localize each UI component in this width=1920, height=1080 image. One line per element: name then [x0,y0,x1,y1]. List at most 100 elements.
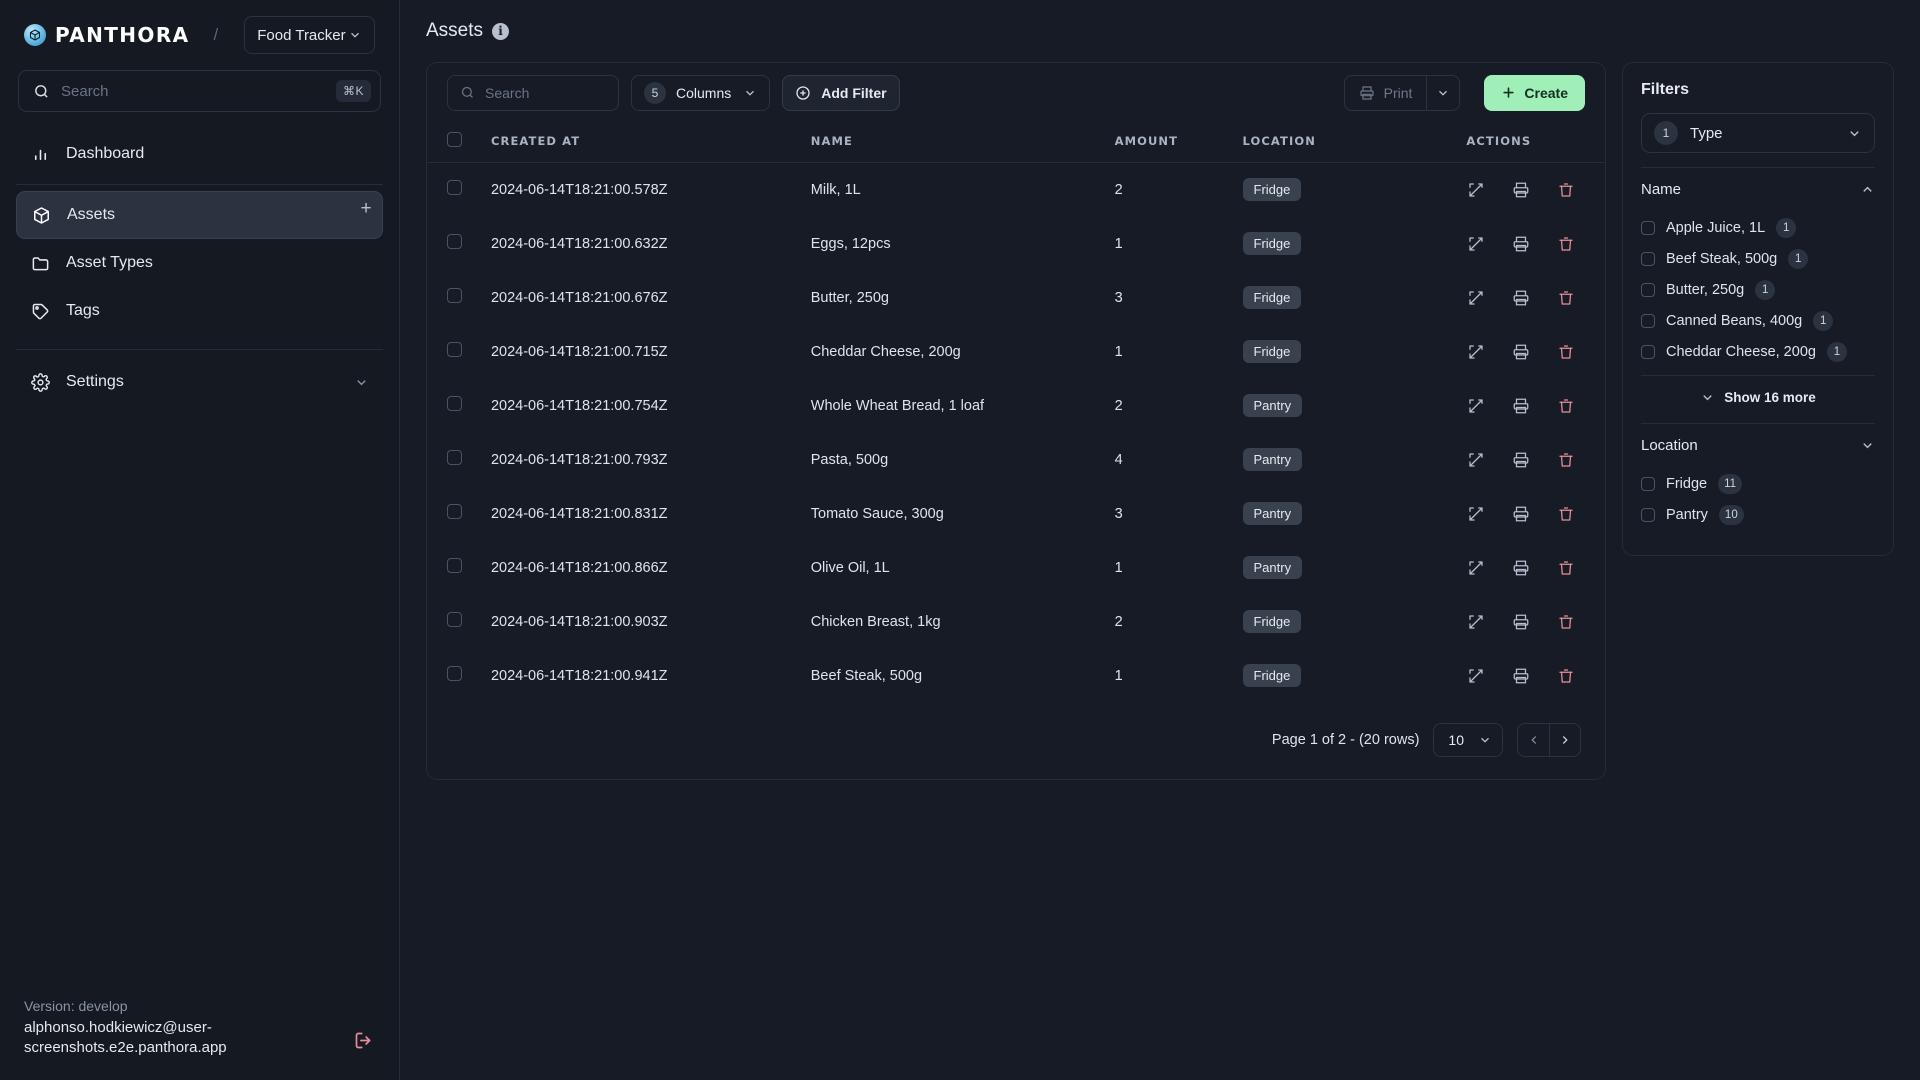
row-checkbox[interactable] [447,396,462,411]
filter-group-header[interactable]: Location [1641,424,1875,466]
row-checkbox[interactable] [447,612,462,627]
delete-icon[interactable] [1556,504,1575,523]
print-row-icon[interactable] [1511,504,1530,523]
print-dropdown-button[interactable] [1426,75,1460,111]
filter-option-checkbox[interactable] [1641,283,1655,297]
row-checkbox[interactable] [447,504,462,519]
previous-page-button[interactable] [1517,723,1549,757]
delete-icon[interactable] [1556,288,1575,307]
sidebar-item-asset-types[interactable]: Asset Types [16,239,383,287]
sidebar-item-settings[interactable]: Settings [16,358,383,406]
table-row[interactable]: 2024-06-14T18:21:00.903ZChicken Breast, … [427,595,1605,649]
sidebar-item-dashboard[interactable]: Dashboard [16,130,383,178]
filter-type-select[interactable]: 1 Type [1641,113,1875,153]
info-icon[interactable]: i [492,23,509,40]
filter-option[interactable]: Beef Steak, 500g1 [1641,246,1875,272]
edit-icon[interactable] [1466,396,1485,415]
table-row[interactable]: 2024-06-14T18:21:00.676ZButter, 250g3Fri… [427,271,1605,325]
print-row-icon[interactable] [1511,612,1530,631]
logout-icon[interactable] [351,1028,375,1052]
cell-amount: 3 [1115,271,1243,325]
edit-icon[interactable] [1466,612,1485,631]
filter-option[interactable]: Apple Juice, 1L1 [1641,215,1875,241]
filter-option-checkbox[interactable] [1641,314,1655,328]
edit-icon[interactable] [1466,450,1485,469]
delete-icon[interactable] [1556,612,1575,631]
pagination-bar: Page 1 of 2 - (20 rows) 10 [427,703,1605,779]
print-row-icon[interactable] [1511,342,1530,361]
row-checkbox[interactable] [447,180,462,195]
table-row[interactable]: 2024-06-14T18:21:00.941ZBeef Steak, 500g… [427,649,1605,703]
add-asset-button[interactable]: + [355,198,377,220]
edit-icon[interactable] [1466,234,1485,253]
column-header-created-at[interactable]: CREATED AT [491,122,811,163]
show-more-button[interactable]: Show 16 more [1641,376,1875,409]
filter-option[interactable]: Pantry10 [1641,502,1875,528]
table-row[interactable]: 2024-06-14T18:21:00.866ZOlive Oil, 1L1Pa… [427,541,1605,595]
columns-button[interactable]: 5 Columns [631,75,770,111]
page-size-select[interactable]: 10 [1433,723,1503,757]
print-row-icon[interactable] [1511,234,1530,253]
create-button[interactable]: Create [1484,75,1585,111]
cell-name: Pasta, 500g [811,433,1115,487]
delete-icon[interactable] [1556,180,1575,199]
edit-icon[interactable] [1466,558,1485,577]
sidebar-item-assets[interactable]: Assets [16,191,383,239]
column-header-location[interactable]: LOCATION [1243,122,1467,163]
filter-option-checkbox[interactable] [1641,508,1655,522]
row-select-cell [427,649,491,703]
table-row[interactable]: 2024-06-14T18:21:00.578ZMilk, 1L2Fridge [427,163,1605,217]
delete-icon[interactable] [1556,450,1575,469]
row-checkbox[interactable] [447,450,462,465]
edit-icon[interactable] [1466,180,1485,199]
add-filter-button[interactable]: Add Filter [782,75,899,111]
edit-icon[interactable] [1466,666,1485,685]
row-checkbox[interactable] [447,288,462,303]
global-search-input[interactable]: Search ⌘K [18,70,381,112]
cell-location: Fridge [1243,163,1467,217]
table-row[interactable]: 2024-06-14T18:21:00.715ZCheddar Cheese, … [427,325,1605,379]
table-row[interactable]: 2024-06-14T18:21:00.831ZTomato Sauce, 30… [427,487,1605,541]
delete-icon[interactable] [1556,666,1575,685]
print-row-icon[interactable] [1511,180,1530,199]
print-row-icon[interactable] [1511,558,1530,577]
select-all-checkbox[interactable] [447,132,462,147]
column-header-amount[interactable]: AMOUNT [1115,122,1243,163]
filter-option-checkbox[interactable] [1641,252,1655,266]
column-header-name[interactable]: NAME [811,122,1115,163]
page-size-value: 10 [1448,732,1464,748]
print-row-icon[interactable] [1511,450,1530,469]
row-checkbox[interactable] [447,666,462,681]
cell-name: Milk, 1L [811,163,1115,217]
sidebar-item-tags[interactable]: Tags [16,287,383,335]
delete-icon[interactable] [1556,396,1575,415]
filter-option[interactable]: Fridge11 [1641,471,1875,497]
row-checkbox[interactable] [447,342,462,357]
row-checkbox[interactable] [447,558,462,573]
table-row[interactable]: 2024-06-14T18:21:00.632ZEggs, 12pcs1Frid… [427,217,1605,271]
delete-icon[interactable] [1556,234,1575,253]
table-row[interactable]: 2024-06-14T18:21:00.754ZWhole Wheat Brea… [427,379,1605,433]
edit-icon[interactable] [1466,288,1485,307]
table-search-input[interactable]: Search [447,75,619,111]
delete-icon[interactable] [1556,558,1575,577]
edit-icon[interactable] [1466,342,1485,361]
filter-option[interactable]: Butter, 250g1 [1641,277,1875,303]
print-button[interactable]: Print [1344,75,1427,111]
table-row[interactable]: 2024-06-14T18:21:00.793ZPasta, 500g4Pant… [427,433,1605,487]
filter-option[interactable]: Canned Beans, 400g1 [1641,308,1875,334]
print-row-icon[interactable] [1511,288,1530,307]
row-checkbox[interactable] [447,234,462,249]
filter-option[interactable]: Cheddar Cheese, 200g1 [1641,339,1875,365]
print-row-icon[interactable] [1511,396,1530,415]
delete-icon[interactable] [1556,342,1575,361]
edit-icon[interactable] [1466,504,1485,523]
next-page-button[interactable] [1549,723,1581,757]
print-row-icon[interactable] [1511,666,1530,685]
filter-option-checkbox[interactable] [1641,221,1655,235]
table-head: CREATED AT NAME AMOUNT LOCATION ACTIONS [427,122,1605,163]
filter-option-checkbox[interactable] [1641,477,1655,491]
workspace-selector[interactable]: Food Tracker [244,16,375,54]
filter-group-header[interactable]: Name [1641,168,1875,210]
filter-option-checkbox[interactable] [1641,345,1655,359]
